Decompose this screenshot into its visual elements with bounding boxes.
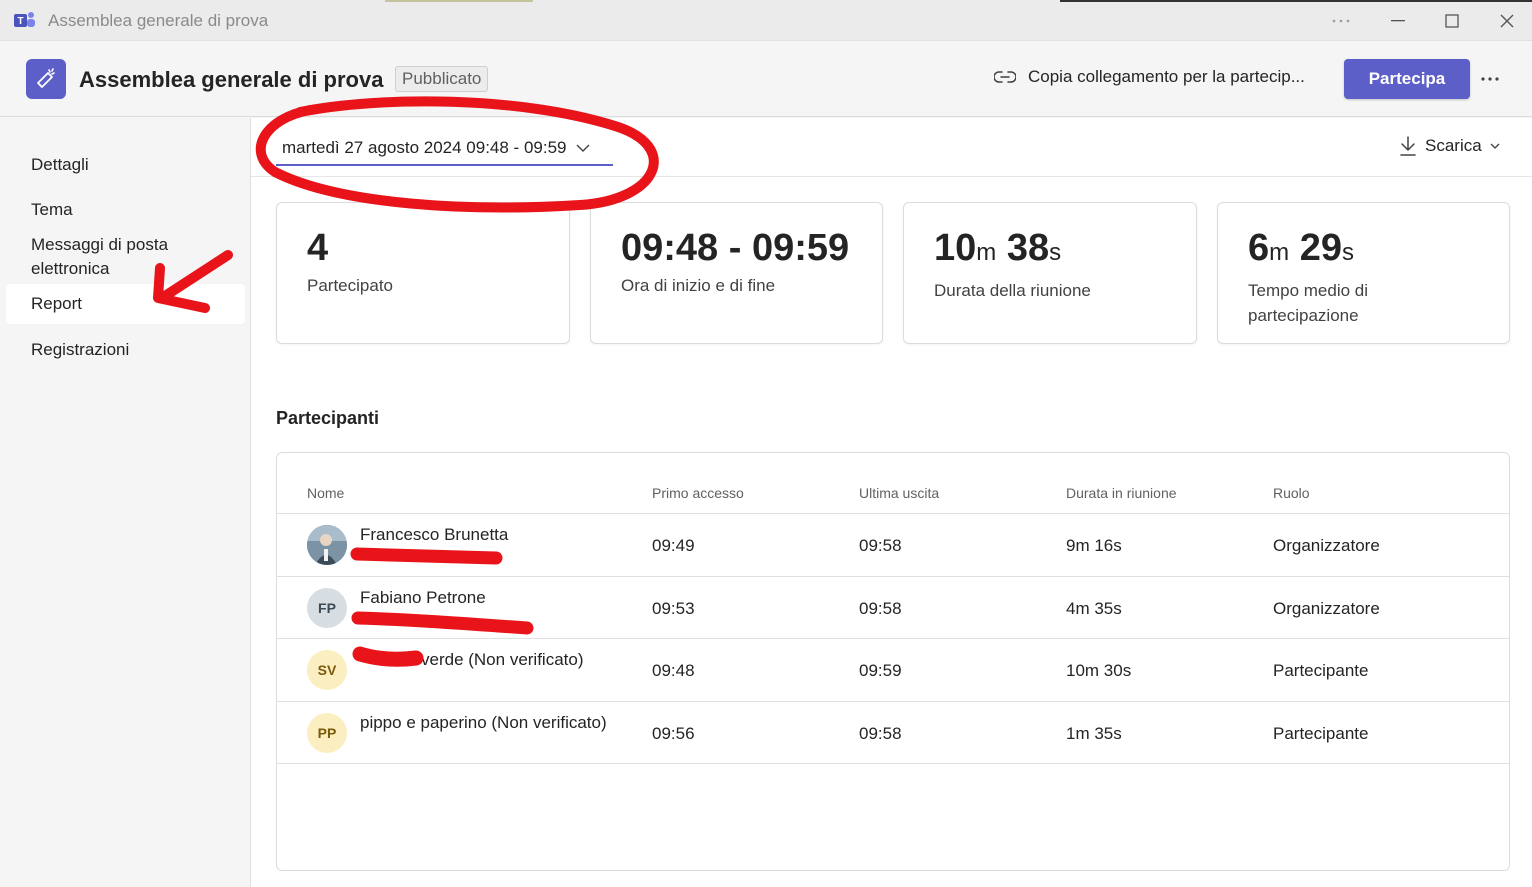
participant-name: Francesco Brunetta <box>360 525 509 544</box>
stat-label: Tempo medio di partecipazione <box>1248 281 1369 325</box>
column-header-first-join[interactable]: Primo accesso <box>652 485 744 501</box>
participants-table: Nome Primo accesso Ultima uscita Durata … <box>276 452 1510 871</box>
stat-value: 6m 29s <box>1248 227 1354 269</box>
sidebar-item-label: Report <box>31 294 83 313</box>
table-row[interactable]: FP Fabiano Petrone 09:53 09:58 4m 35s Or… <box>277 576 1509 639</box>
sidebar-item-registrazioni[interactable]: Registrazioni <box>6 335 245 365</box>
window-titlebar: T Assemblea generale di prova <box>0 0 1532 41</box>
stat-value: 10m 38s <box>934 227 1062 269</box>
meeting-duration: 1m 35s <box>1066 724 1122 743</box>
table-row[interactable]: SV verde (Non verificato) 09:48 09:59 10… <box>277 638 1509 701</box>
column-header-duration[interactable]: Durata in riunione <box>1066 485 1177 501</box>
stat-label: Ora di inizio e di fine <box>621 276 776 295</box>
page-title: Assemblea generale di prova <box>79 67 384 92</box>
sidebar-nav: Dettagli Tema Messaggi di posta elettron… <box>0 118 251 887</box>
stat-card-meeting-duration: 10m 38s Durata della riunione <box>903 202 1197 344</box>
stat-value: 4 <box>307 227 329 269</box>
download-label: Scarica <box>1425 136 1482 155</box>
sidebar-item-label: Messaggi di posta elettronica <box>31 235 169 278</box>
copy-link-label: Copia collegamento per la partecip... <box>1028 67 1305 86</box>
stat-card-participants: 4 Partecipato <box>276 202 570 344</box>
column-header-name[interactable]: Nome <box>307 485 344 501</box>
download-button[interactable]: Scarica <box>1399 136 1500 156</box>
participant-name: pippo e paperino (Non verificato) <box>360 713 607 732</box>
first-join-time: 09:49 <box>652 536 695 555</box>
avatar <box>307 525 347 565</box>
first-join-time: 09:53 <box>652 599 695 618</box>
more-options-icon[interactable] <box>1476 67 1504 91</box>
chevron-down-icon <box>1490 143 1500 149</box>
report-main: martedì 27 agosto 2024 09:48 - 09:59 Sca… <box>251 118 1532 887</box>
sidebar-item-messaggi[interactable]: Messaggi di posta elettronica <box>6 232 206 282</box>
participant-role: Partecipante <box>1273 724 1369 743</box>
last-leave-time: 09:58 <box>859 599 902 618</box>
event-header: Assemblea generale di prova Pubblicato C… <box>0 41 1532 117</box>
column-header-role[interactable]: Ruolo <box>1273 485 1310 501</box>
last-leave-time: 09:58 <box>859 536 902 555</box>
session-date-dropdown[interactable]: martedì 27 agosto 2024 09:48 - 09:59 <box>276 132 613 166</box>
meeting-duration: 10m 30s <box>1066 661 1132 680</box>
meeting-duration: 9m 16s <box>1066 536 1122 555</box>
sidebar-item-label: Registrazioni <box>31 340 130 359</box>
sidebar-item-dettagli[interactable]: Dettagli <box>6 150 245 180</box>
participant-role: Organizzatore <box>1273 599 1380 618</box>
copy-join-link-button[interactable]: Copia collegamento per la partecip... <box>994 67 1305 87</box>
avatar: FP <box>307 588 347 628</box>
participant-role: Organizzatore <box>1273 536 1380 555</box>
meeting-duration: 4m 35s <box>1066 599 1122 618</box>
titlebar-dark-line <box>1060 0 1532 2</box>
window-title: Assemblea generale di prova <box>48 11 269 30</box>
participant-name: Fabiano Petrone <box>360 588 486 607</box>
stat-value: 09:48 - 09:59 <box>621 227 850 269</box>
stat-card-average-attendance: 6m 29s Tempo medio di partecipazione <box>1217 202 1510 344</box>
first-join-time: 09:56 <box>652 724 695 743</box>
download-icon <box>1400 136 1416 156</box>
minimize-icon[interactable] <box>1383 8 1413 34</box>
sidebar-item-label: Dettagli <box>31 155 89 174</box>
table-row[interactable]: PP pippo e paperino (Non verificato) 09:… <box>277 701 1509 764</box>
status-badge: Pubblicato <box>395 66 489 92</box>
sidebar-item-report[interactable]: Report <box>6 284 245 324</box>
session-date-label: martedì 27 agosto 2024 09:48 - 09:59 <box>282 138 567 157</box>
table-row[interactable]: Francesco Brunetta 09:49 09:58 9m 16s Or… <box>277 513 1509 576</box>
close-icon[interactable] <box>1492 8 1522 34</box>
report-toolbar: martedì 27 agosto 2024 09:48 - 09:59 Sca… <box>251 118 1532 177</box>
last-leave-time: 09:59 <box>859 661 902 680</box>
svg-text:T: T <box>17 16 23 27</box>
avatar: PP <box>307 713 347 753</box>
join-button[interactable]: Partecipa <box>1344 59 1470 99</box>
link-icon <box>994 71 1016 83</box>
maximize-icon[interactable] <box>1437 8 1467 34</box>
webinar-app-icon <box>26 59 66 99</box>
sidebar-item-tema[interactable]: Tema <box>6 195 245 225</box>
teams-logo-icon: T <box>14 12 35 27</box>
titlebar-accent-line <box>385 0 533 2</box>
participants-heading: Partecipanti <box>276 408 380 428</box>
stat-label: Partecipato <box>307 276 393 295</box>
window-more-icon[interactable] <box>1326 8 1356 34</box>
participant-name: verde (Non verificato) <box>421 650 584 669</box>
last-leave-time: 09:58 <box>859 724 902 743</box>
first-join-time: 09:48 <box>652 661 695 680</box>
avatar: SV <box>307 650 347 690</box>
stat-card-start-end: 09:48 - 09:59 Ora di inizio e di fine <box>590 202 883 344</box>
column-header-last-leave[interactable]: Ultima uscita <box>859 485 939 501</box>
stat-label: Durata della riunione <box>934 281 1091 300</box>
participant-role: Partecipante <box>1273 661 1369 680</box>
chevron-down-icon <box>576 144 590 152</box>
sidebar-item-label: Tema <box>31 200 73 219</box>
